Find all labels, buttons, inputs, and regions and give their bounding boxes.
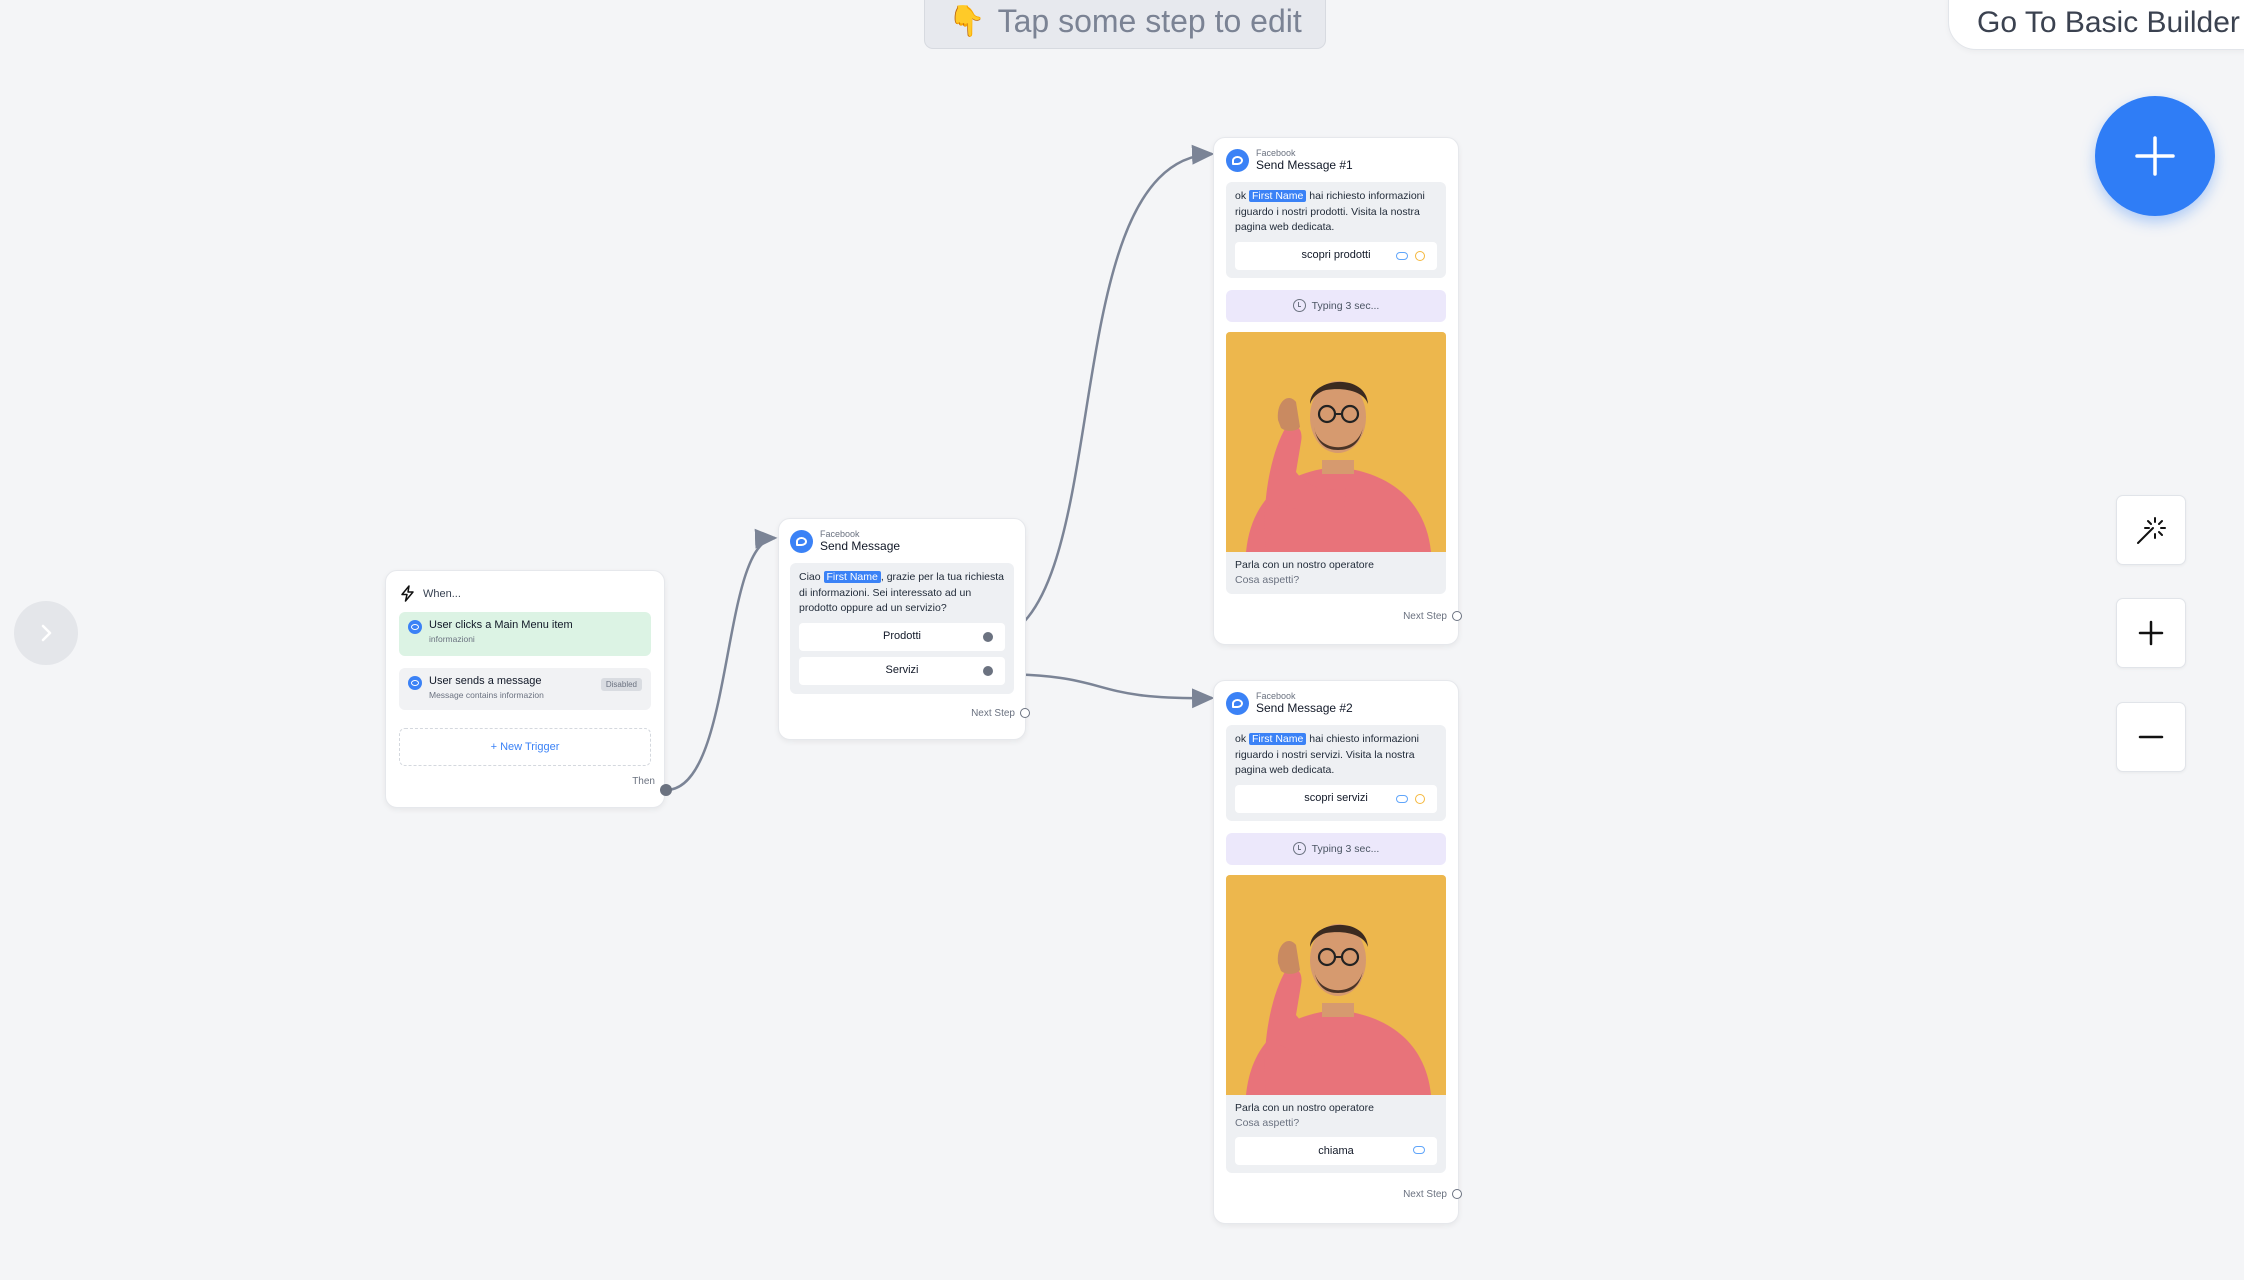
message-text: Ciao First Name, grazie per la tua richi… <box>799 571 1005 614</box>
typing-delay[interactable]: Typing 3 sec... <box>1226 832 1446 865</box>
messenger-icon <box>1226 148 1249 172</box>
step-source: Facebook <box>1256 691 1296 701</box>
connector-trigger-to-main <box>665 528 778 792</box>
trigger-card[interactable]: When... User clicks a Main Menu item inf… <box>385 570 665 808</box>
step-title: Send Message #2 <box>1256 701 1353 715</box>
button-prodotti[interactable]: Prodotti <box>799 622 1005 651</box>
messenger-icon <box>1226 691 1249 715</box>
status-ring-icon <box>1415 250 1425 261</box>
trigger-item-main-menu[interactable]: User clicks a Main Menu item informazion… <box>399 612 651 656</box>
trigger-item-subtitle: Message contains informazion <box>429 690 544 700</box>
message-text: ok First Name hai richiesto informazioni… <box>1235 190 1425 233</box>
button-chiama[interactable]: chiama <box>1235 1136 1437 1165</box>
plus-icon <box>2135 136 2175 176</box>
lightning-icon <box>401 585 414 602</box>
send-message-1-step[interactable]: Facebook Send Message #1 ok First Name h… <box>1213 137 1462 645</box>
go-to-basic-builder-button[interactable]: Go To Basic Builder <box>1948 0 2244 50</box>
button-scopri-prodotti[interactable]: scopri prodotti <box>1235 241 1437 270</box>
disabled-badge: Disabled <box>600 678 642 691</box>
zoom-out-button[interactable] <box>2116 702 2186 772</box>
typing-delay[interactable]: Typing 3 sec... <box>1226 289 1446 322</box>
step-source: Facebook <box>1256 148 1296 158</box>
send-message-step[interactable]: Facebook Send Message Ciao First Name, g… <box>778 518 1030 740</box>
clock-icon <box>1292 299 1306 312</box>
first-name-tag: First Name <box>1249 190 1307 202</box>
next-step-label: Next Step <box>1403 610 1447 622</box>
basic-builder-label: Go To Basic Builder <box>1977 6 2240 39</box>
trigger-title: When... <box>423 587 461 600</box>
chevron-right-icon <box>41 624 52 642</box>
edit-hint-banner: 👇 Tap some step to edit <box>924 0 1326 49</box>
phone-link-icon <box>1413 1145 1425 1154</box>
then-label: Then <box>632 776 655 787</box>
product-image <box>1226 331 1446 552</box>
edit-hint-text: Tap some step to edit <box>997 3 1302 39</box>
step-title: Send Message <box>820 539 901 553</box>
caption-subtitle: Cosa aspetti? <box>1235 1116 1300 1129</box>
flow-connectors <box>665 144 1215 792</box>
link-icon <box>1396 251 1408 260</box>
minus-icon <box>2138 735 2164 739</box>
caption-title: Parla con un nostro operatore <box>1235 558 1374 571</box>
new-trigger-label: + New Trigger <box>490 741 560 753</box>
pointing-down-icon: 👇 <box>948 5 986 38</box>
trigger-item-sends-message[interactable]: User sends a message Message contains in… <box>399 668 651 710</box>
typing-label: Typing 3 sec... <box>1311 842 1380 855</box>
next-step-label: Next Step <box>971 707 1015 719</box>
add-step-fab[interactable] <box>2095 96 2215 216</box>
next-step-handle[interactable] <box>1452 611 1462 621</box>
messenger-icon <box>408 676 422 690</box>
magic-layout-button[interactable] <box>2116 495 2186 565</box>
first-name-tag: First Name <box>1249 733 1307 745</box>
clock-icon <box>1292 842 1306 855</box>
trigger-item-subtitle: informazioni <box>429 634 475 644</box>
trigger-item-title: User clicks a Main Menu item <box>429 619 573 631</box>
link-icon <box>1396 794 1408 803</box>
new-trigger-button[interactable]: + New Trigger <box>399 728 651 766</box>
send-message-2-step[interactable]: Facebook Send Message #2 ok First Name h… <box>1213 680 1462 1224</box>
next-step-handle[interactable] <box>1452 1189 1462 1199</box>
step-source: Facebook <box>820 529 860 539</box>
plus-icon <box>2138 620 2164 646</box>
status-ring-icon <box>1415 793 1425 804</box>
messenger-icon <box>408 620 422 634</box>
button-scopri-servizi[interactable]: scopri servizi <box>1235 784 1437 813</box>
next-step-handle[interactable] <box>1020 708 1030 718</box>
caption-title: Parla con un nostro operatore <box>1235 1101 1374 1114</box>
first-name-tag: First Name <box>823 571 881 583</box>
caption-subtitle: Cosa aspetti? <box>1235 573 1300 586</box>
connector-dot[interactable] <box>983 665 993 676</box>
magic-wand-icon <box>2137 517 2166 544</box>
typing-label: Typing 3 sec... <box>1311 299 1380 312</box>
zoom-in-button[interactable] <box>2116 598 2186 668</box>
message-text: ok First Name hai chiesto informazioni r… <box>1235 733 1419 776</box>
button-servizi[interactable]: Servizi <box>799 656 1005 685</box>
sidebar-toggle-button[interactable] <box>14 601 78 665</box>
service-image <box>1226 874 1446 1095</box>
then-connector-dot[interactable] <box>660 784 672 796</box>
image-caption: Parla con un nostro operatore Cosa aspet… <box>1226 1094 1446 1173</box>
connector-dot[interactable] <box>983 631 993 642</box>
step-title: Send Message #1 <box>1256 158 1353 172</box>
next-step-label: Next Step <box>1403 1188 1447 1200</box>
messenger-icon <box>790 529 813 553</box>
image-caption: Parla con un nostro operatore Cosa aspet… <box>1226 551 1446 594</box>
